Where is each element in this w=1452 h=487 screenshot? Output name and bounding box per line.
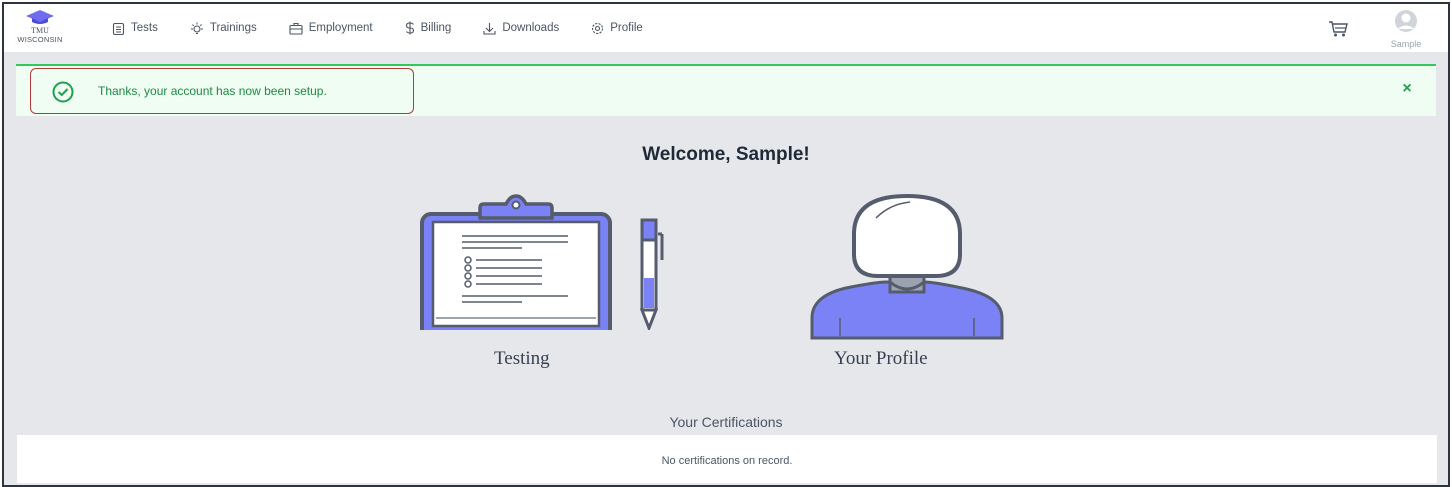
person-illustration — [810, 193, 1004, 340]
user-menu[interactable]: Sample — [1384, 10, 1428, 49]
download-icon — [483, 22, 496, 35]
nav-item-label: Tests — [131, 22, 158, 34]
nav-item-tests[interactable]: Tests — [112, 18, 158, 38]
certifications-panel: No certifications on record. — [16, 434, 1438, 484]
cart-icon — [1329, 21, 1348, 37]
nav-item-profile[interactable]: Profile — [591, 18, 643, 38]
cart-button[interactable] — [1328, 20, 1348, 43]
lightbulb-icon — [190, 22, 203, 34]
nav-item-downloads[interactable]: Downloads — [483, 18, 559, 38]
profile-label: Your Profile — [834, 348, 928, 369]
certifications-empty-message: No certifications on record. — [661, 455, 793, 467]
welcome-heading: Welcome, Sample! — [642, 144, 810, 165]
check-circle-icon — [52, 81, 74, 103]
clipboard-pen-illustration — [420, 194, 664, 340]
alert-close-button[interactable]: × — [1400, 80, 1414, 100]
testing-card[interactable]: Testing — [412, 190, 672, 374]
alert-message: Thanks, your account has now been setup. — [98, 84, 327, 98]
nav-menu: Tests Trainings Employment Billing Downl… — [112, 18, 675, 38]
testing-label: Testing — [494, 348, 550, 369]
app-frame: TMU WISCONSIN Tests Trainings Employment… — [2, 2, 1450, 487]
certifications-title: Your Certifications — [669, 414, 783, 430]
brand-name: TMU — [31, 26, 49, 35]
nav-item-trainings[interactable]: Trainings — [190, 18, 257, 38]
nav-item-billing[interactable]: Billing — [405, 18, 452, 38]
nav-item-label: Trainings — [209, 22, 257, 34]
clipboard-icon — [112, 22, 125, 35]
nav-item-label: Billing — [420, 22, 452, 34]
nav-item-label: Downloads — [502, 22, 560, 34]
nav-item-label: Employment — [308, 22, 373, 34]
top-nav: TMU WISCONSIN Tests Trainings Employment… — [4, 4, 1448, 53]
user-avatar-icon — [1395, 10, 1417, 32]
nav-item-label: Profile — [610, 22, 643, 34]
briefcase-icon — [289, 22, 303, 35]
dollar-icon — [405, 21, 414, 35]
gear-icon — [592, 22, 604, 34]
brand-subtitle: WISCONSIN — [17, 35, 63, 44]
user-name: Sample — [1390, 39, 1422, 49]
success-alert: Thanks, your account has now been setup.… — [16, 64, 1436, 116]
profile-card[interactable]: Your Profile — [806, 190, 1016, 374]
brand-logo[interactable]: TMU WISCONSIN — [8, 8, 72, 48]
graduation-cap-icon — [26, 10, 54, 24]
nav-item-employment[interactable]: Employment — [289, 18, 373, 38]
